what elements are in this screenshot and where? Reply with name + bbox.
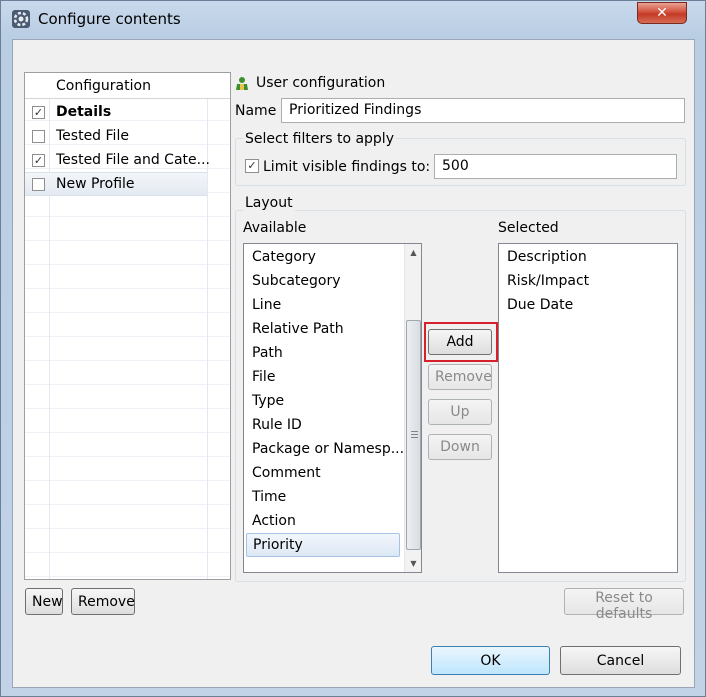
list-item-subcategory[interactable]: Subcategory [246, 270, 402, 294]
close-icon: ✕ [656, 5, 668, 21]
dialog-window: Configure contents ✕ Configuration ✓ Det… [0, 0, 706, 697]
config-row-tested-file-and-category[interactable]: ✓ Tested File and Cate... [25, 149, 230, 173]
configuration-column-header[interactable]: Configuration [25, 73, 230, 99]
list-item-type[interactable]: Type [246, 390, 402, 414]
list-item-line[interactable]: Line [246, 294, 402, 318]
config-row-label: Details [56, 104, 112, 120]
list-item-rule-id[interactable]: Rule ID [246, 414, 402, 438]
cancel-button[interactable]: Cancel [560, 646, 681, 675]
reset-to-defaults-button[interactable]: Reset to defaults [564, 588, 684, 622]
dialog-content: Configuration ✓ Details Tested File ✓ Te… [12, 39, 695, 688]
list-item-description[interactable]: Description [501, 246, 673, 270]
config-row-label: Tested File [56, 128, 129, 144]
available-label: Available [243, 220, 307, 236]
remove-config-button[interactable]: Remove [71, 588, 135, 615]
config-row-details[interactable]: ✓ Details [25, 101, 230, 125]
list-item-category[interactable]: Category [246, 246, 402, 270]
available-list-scrollbar[interactable]: ▲ ▼ [404, 244, 421, 572]
list-item-file[interactable]: File [246, 366, 402, 390]
details-checkbox[interactable]: ✓ [32, 106, 45, 119]
list-item-due-date[interactable]: Due Date [501, 294, 673, 318]
add-button[interactable]: Add [428, 329, 492, 355]
list-item-time[interactable]: Time [246, 486, 402, 510]
limit-findings-input[interactable]: 500 [434, 154, 677, 179]
limit-findings-label: Limit visible findings to: [263, 159, 431, 175]
tested-file-and-category-checkbox[interactable]: ✓ [32, 154, 45, 167]
new-button[interactable]: New [25, 588, 63, 615]
up-button[interactable]: Up [428, 399, 492, 425]
user-icon [236, 77, 248, 90]
check-icon: ✓ [33, 106, 44, 119]
list-item-relative-path[interactable]: Relative Path [246, 318, 402, 342]
config-row-label: New Profile [56, 176, 135, 192]
tested-file-checkbox[interactable] [32, 130, 45, 143]
selected-list[interactable]: Description Risk/Impact Due Date [498, 243, 678, 573]
title-bar[interactable]: Configure contents ✕ [1, 1, 705, 37]
limit-findings-checkbox[interactable]: ✓ [245, 159, 259, 173]
list-item-comment[interactable]: Comment [246, 462, 402, 486]
new-profile-checkbox[interactable] [32, 178, 45, 191]
config-row-label: Tested File and Cate... [56, 152, 210, 168]
scroll-down-arrow-icon[interactable]: ▼ [405, 555, 421, 572]
ok-button[interactable]: OK [431, 646, 550, 675]
check-icon: ✓ [33, 154, 44, 167]
configuration-table[interactable]: Configuration ✓ Details Tested File ✓ Te… [24, 72, 231, 580]
name-label: Name [235, 103, 277, 119]
available-list[interactable]: Category Subcategory Line Relative Path … [243, 243, 422, 573]
list-item-path[interactable]: Path [246, 342, 402, 366]
down-button[interactable]: Down [428, 434, 492, 460]
configuration-header-label: Configuration [56, 78, 151, 94]
filters-group-label: Select filters to apply [243, 131, 396, 147]
check-icon: ✓ [247, 159, 257, 172]
list-item-package-or-namespace[interactable]: Package or Namesp... [246, 438, 404, 462]
selected-label: Selected [498, 220, 559, 236]
scrollbar-thumb[interactable] [406, 320, 421, 550]
layout-group-label: Layout [243, 195, 295, 211]
window-title: Configure contents [38, 10, 181, 28]
config-row-new-profile[interactable]: New Profile [25, 172, 207, 196]
list-item-priority[interactable]: Priority [246, 533, 400, 557]
gear-app-icon [12, 10, 30, 28]
name-input[interactable]: Prioritized Findings [281, 98, 685, 123]
user-configuration-heading: User configuration [256, 75, 386, 91]
list-item-action[interactable]: Action [246, 510, 402, 534]
remove-button[interactable]: Remove [428, 364, 492, 390]
scroll-up-arrow-icon[interactable]: ▲ [405, 244, 421, 261]
close-button[interactable]: ✕ [637, 2, 687, 24]
config-row-tested-file[interactable]: Tested File [25, 125, 230, 149]
list-item-risk-impact[interactable]: Risk/Impact [501, 270, 673, 294]
